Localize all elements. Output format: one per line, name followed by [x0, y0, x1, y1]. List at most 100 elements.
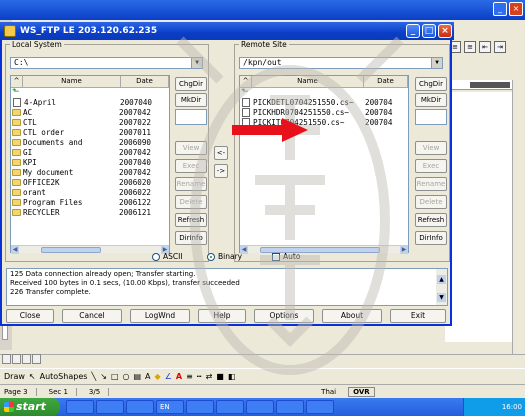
select-arrow-icon[interactable]: ↖ [29, 372, 36, 381]
remote-chgdir-button[interactable]: ChgDir [415, 77, 447, 91]
local-file-row[interactable]: OFFICE2K 2006020 [11, 178, 169, 188]
line-icon[interactable]: ╲ [91, 372, 96, 381]
local-exec-button[interactable]: Exec [175, 159, 207, 173]
taskbar-item[interactable] [216, 400, 244, 414]
local-chgdir-button[interactable]: ChgDir [175, 77, 207, 91]
normal-view-button[interactable] [2, 354, 11, 364]
numbering-icon[interactable]: ≡ [464, 41, 476, 53]
logwnd-button[interactable]: LogWnd [130, 309, 190, 323]
ftp-title-bar[interactable]: WS_FTP LE 203.120.62.235 _ □ × [0, 22, 454, 40]
local-col-date[interactable]: Date [121, 76, 169, 87]
remote-file-row[interactable]: ⬑ [240, 88, 408, 98]
close-button[interactable]: Close [6, 309, 54, 323]
3d-icon[interactable]: ◧ [228, 372, 236, 381]
remote-view-button[interactable]: View [415, 141, 447, 155]
remote-file-row[interactable]: PICKDETL0704251550.cs~ 200704 [240, 98, 408, 108]
remote-mkdir-button[interactable]: MkDir [415, 93, 447, 107]
scroll-right-icon[interactable]: ▶ [400, 246, 408, 254]
arrow-icon[interactable]: ↘ [100, 372, 107, 381]
taskbar-item[interactable] [276, 400, 304, 414]
ascii-radio-dot[interactable] [152, 252, 160, 261]
line-color-icon[interactable]: ∠ [165, 372, 172, 381]
print-view-button[interactable] [22, 354, 31, 364]
close-icon[interactable]: × [438, 24, 452, 38]
local-file-row[interactable]: AC 2007042 [11, 108, 169, 118]
rectangle-icon[interactable]: □ [111, 372, 119, 381]
status-ovr[interactable]: OVR [348, 386, 375, 397]
local-file-row[interactable]: orant 2006022 [11, 188, 169, 198]
outline-view-button[interactable] [32, 354, 41, 364]
taskbar-item[interactable] [306, 400, 334, 414]
log-scrollbar[interactable]: ▲ ▼ [436, 269, 447, 305]
fill-color-icon[interactable]: ◆ [155, 372, 161, 381]
local-hscroll[interactable]: ◀ ▶ [11, 245, 169, 254]
local-path-combo[interactable]: C:\ ▼ [10, 57, 203, 69]
font-color-icon[interactable]: A [176, 372, 182, 381]
local-file-row[interactable]: ⬑ [11, 88, 169, 98]
remote-sort-icon[interactable]: ^ [240, 76, 252, 87]
local-col-name[interactable]: Name [23, 76, 121, 87]
minimize-icon[interactable]: _ [406, 24, 420, 38]
local-file-row[interactable]: CTL order 2007011 [11, 128, 169, 138]
remote-hscroll[interactable]: ◀ ▶ [240, 245, 408, 254]
indent-increase-icon[interactable]: ⇥ [494, 41, 506, 53]
remote-rename-button[interactable]: Rename [415, 177, 447, 191]
maximize-icon[interactable]: □ [422, 24, 436, 38]
taskbar-item[interactable] [186, 400, 214, 414]
remote-path-combo[interactable]: /kpn/out ▼ [239, 57, 443, 69]
chevron-down-icon[interactable]: ▼ [191, 58, 202, 68]
auto-checkbox[interactable]: Auto [272, 252, 300, 261]
binary-radio[interactable]: Binary [207, 252, 242, 261]
exit-button[interactable]: Exit [390, 309, 446, 323]
remote-dirinfo-button[interactable]: DirInfo [415, 231, 447, 245]
options-button[interactable]: Options [254, 309, 314, 323]
local-file-row[interactable]: KPI 2007040 [11, 158, 169, 168]
remote-col-name[interactable]: Name [252, 76, 364, 87]
oval-icon[interactable]: ○ [123, 372, 130, 381]
local-scroll-thumb[interactable] [41, 247, 101, 253]
chevron-down-icon[interactable]: ▼ [431, 58, 442, 68]
local-file-row[interactable]: 4-April 2007040 [11, 98, 169, 108]
remote-delete-button[interactable]: Delete [415, 195, 447, 209]
local-file-row[interactable]: RECYCLER 2006121 [11, 208, 169, 218]
remote-file-row[interactable]: PICKHDR0704251550.cs~ 200704 [240, 108, 408, 118]
local-refresh-button[interactable]: Refresh [175, 213, 207, 227]
remote-file-list[interactable]: ^ Name Date ⬑ PICKDETL0704251550.cs~ 20070… [239, 75, 409, 253]
document-page[interactable] [445, 92, 515, 342]
line-style-icon[interactable]: ≡ [186, 372, 193, 381]
local-filter-input[interactable] [175, 109, 207, 125]
autoshapes-menu[interactable]: AutoShapes [40, 372, 88, 381]
taskbar-item[interactable] [66, 400, 94, 414]
scroll-left-icon[interactable]: ◀ [11, 246, 19, 254]
local-file-row[interactable]: Documents and 2006090 [11, 138, 169, 148]
message-log[interactable]: 125 Data connection already open; Transf… [6, 268, 448, 306]
remote-refresh-button[interactable]: Refresh [415, 213, 447, 227]
about-button[interactable]: About [322, 309, 382, 323]
indent-decrease-icon[interactable]: ⇤ [479, 41, 491, 53]
remote-col-date[interactable]: Date [364, 76, 408, 87]
local-delete-button[interactable]: Delete [175, 195, 207, 209]
word-vertical-scrollbar[interactable] [512, 80, 525, 360]
web-view-button[interactable] [12, 354, 21, 364]
local-view-button[interactable]: View [175, 141, 207, 155]
transfer-to-remote-button[interactable]: -> [214, 164, 228, 178]
textbox-icon[interactable]: ▤ [133, 372, 141, 381]
local-file-row[interactable]: CTL 2007022 [11, 118, 169, 128]
arrow-style-icon[interactable]: ⇄ [206, 372, 213, 381]
dash-style-icon[interactable]: ┅ [197, 372, 202, 381]
local-file-row[interactable]: Program Files 2006122 [11, 198, 169, 208]
binary-radio-dot[interactable] [207, 252, 215, 261]
local-rename-button[interactable]: Rename [175, 177, 207, 191]
word-close-icon[interactable]: × [509, 2, 523, 16]
draw-menu[interactable]: Draw [4, 372, 25, 381]
local-file-row[interactable]: My document 2007042 [11, 168, 169, 178]
taskbar-item[interactable] [246, 400, 274, 414]
remote-filter-input[interactable] [415, 109, 447, 125]
scroll-up-icon[interactable]: ▲ [437, 275, 446, 284]
cancel-button[interactable]: Cancel [62, 309, 122, 323]
local-file-row[interactable]: GI 2007042 [11, 148, 169, 158]
transfer-to-local-button[interactable]: <- [214, 146, 228, 160]
local-dirinfo-button[interactable]: DirInfo [175, 231, 207, 245]
auto-checkbox-box[interactable] [272, 252, 280, 261]
local-file-list[interactable]: ^ Name Date ⬑ 4-April 2007040 AC 2007042 CTL 2… [10, 75, 170, 253]
